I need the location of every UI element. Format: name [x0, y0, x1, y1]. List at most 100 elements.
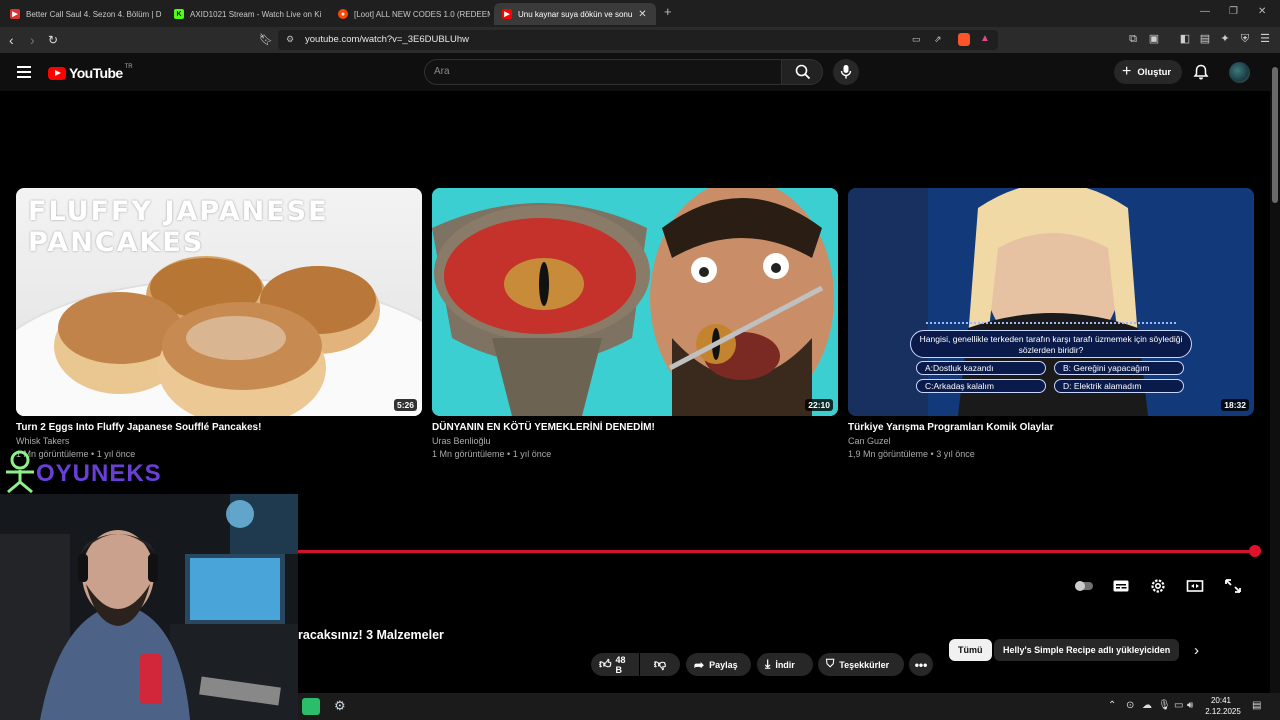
- tab-title: Better Call Saul 4. Sezon 4. Bölüm | D: [26, 9, 162, 19]
- browser-menu-icon[interactable]: ☰: [1259, 33, 1271, 45]
- create-button[interactable]: + Oluştur: [1114, 60, 1182, 84]
- browser-tab[interactable]: ● [Loot] ALL NEW CODES 1.0 (REDEEM: [330, 3, 490, 25]
- chip-all[interactable]: Tümü: [949, 639, 992, 661]
- tray-volume-icon[interactable]: 🔊︎: [1187, 700, 1193, 712]
- back-icon[interactable]: ‹: [9, 32, 14, 48]
- video-duration: 5:26: [393, 399, 417, 411]
- tab-title: [Loot] ALL NEW CODES 1.0 (REDEEM: [354, 9, 490, 19]
- oyuneks-logo: OYUNEKS: [0, 446, 170, 496]
- vpn-icon[interactable]: ⛨: [1239, 33, 1251, 45]
- tray-microphone-icon[interactable]: 🎙︎: [1158, 700, 1171, 712]
- bookmark-icon[interactable]: 🔖︎: [259, 32, 273, 48]
- cast-icon[interactable]: ▭: [912, 34, 921, 45]
- webcam-feed-image: [0, 494, 298, 720]
- maximize-icon[interactable]: ❐: [1229, 6, 1238, 17]
- rewards-icon[interactable]: ▲: [980, 33, 990, 44]
- address-bar[interactable]: ⚙︎ youtube.com/watch?v=_3E6DUBLUhw ▭ ⇗ ▲: [278, 30, 998, 50]
- fullscreen-icon[interactable]: [1224, 578, 1242, 594]
- video-thumbnail[interactable]: Hangisi, genellikle terkeden tarafın kar…: [848, 188, 1254, 416]
- video-card[interactable]: Hangisi, genellikle terkeden tarafın kar…: [848, 188, 1254, 459]
- thumbnail-text: FLUFFY JAPANESE PANCAKES: [28, 196, 329, 258]
- like-button[interactable]: 👍︎ 48 B: [591, 653, 639, 676]
- browser-tab[interactable]: ▶ Better Call Saul 4. Sezon 4. Bölüm | D: [2, 3, 162, 25]
- tray-network-icon[interactable]: ▭: [1174, 700, 1183, 712]
- chip-next-chevron-icon[interactable]: ›: [1194, 642, 1199, 659]
- notifications-bell-icon[interactable]: [1193, 64, 1209, 80]
- scrollbar-thumb[interactable]: [1272, 67, 1278, 203]
- video-thumbnail[interactable]: FLUFFY JAPANESE PANCAKES 5:26: [16, 188, 422, 416]
- voice-search-button[interactable]: [833, 59, 859, 85]
- theater-mode-icon[interactable]: [1186, 578, 1204, 594]
- autoplay-toggle-icon[interactable]: [1074, 578, 1094, 594]
- video-card[interactable]: FLUFFY JAPANESE PANCAKES 5:26 Turn 2 Egg…: [16, 188, 422, 459]
- video-card[interactable]: 22:10 DÜNYANIN EN KÖTÜ YEMEKLERİNİ DENED…: [432, 188, 838, 459]
- minimize-icon[interactable]: —: [1200, 6, 1210, 17]
- new-tab-icon[interactable]: +: [664, 4, 672, 19]
- extensions-icon[interactable]: ⧉: [1127, 33, 1139, 45]
- youtube-logo[interactable]: YouTube TR: [48, 64, 133, 81]
- logo-text: YouTube: [69, 65, 123, 81]
- close-tab-icon[interactable]: ✕: [638, 9, 646, 20]
- page-scrollbar[interactable]: [1270, 53, 1280, 693]
- video-progress-bar[interactable]: [298, 550, 1256, 553]
- video-title[interactable]: DÜNYANIN EN KÖTÜ YEMEKLERİNİ DENEDİM!: [432, 422, 838, 433]
- video-title[interactable]: Turn 2 Eggs Into Fluffy Japanese Soufflé…: [16, 422, 422, 433]
- settings-gear-icon[interactable]: [1149, 578, 1167, 594]
- money-ladder-dots: [926, 322, 1176, 324]
- steam-icon[interactable]: ⚙︎: [334, 698, 346, 714]
- tray-app-icon[interactable]: ⊙: [1126, 700, 1134, 712]
- share-arrow-icon: ➦: [694, 657, 705, 672]
- clock-time[interactable]: 20:41: [1206, 696, 1236, 705]
- browser-tab-active[interactable]: ▶ Unu kaynar suya dökün ve sonu ✕: [494, 3, 656, 25]
- brave-shields-icon[interactable]: [958, 33, 970, 46]
- download-button[interactable]: ⤓ İndir: [757, 653, 813, 676]
- forward-icon[interactable]: ›: [30, 32, 35, 48]
- thumbs-down-icon: 👎︎: [653, 657, 667, 671]
- share-icon[interactable]: ⇗: [934, 34, 942, 45]
- reddit-icon: ●: [338, 9, 348, 19]
- quiz-answer-c: C:Arkadaş kalalım: [916, 379, 1046, 393]
- channel-name[interactable]: Whisk Takers: [16, 436, 422, 446]
- search-button[interactable]: [781, 59, 823, 85]
- channel-name[interactable]: Uras Benlioğlu: [432, 436, 838, 446]
- microphone-icon: [840, 65, 852, 79]
- video-title[interactable]: Türkiye Yarışma Programları Komik Olayla…: [848, 422, 1254, 433]
- account-avatar[interactable]: [1229, 62, 1250, 83]
- close-window-icon[interactable]: ✕: [1258, 6, 1266, 17]
- site-settings-icon[interactable]: ⚙︎: [286, 34, 294, 45]
- more-horizontal-icon: •••: [914, 657, 928, 672]
- browser-tab[interactable]: K AXID1021 Stream - Watch Live on Ki: [166, 3, 326, 25]
- leo-ai-icon[interactable]: ✦: [1219, 33, 1231, 45]
- streamer-webcam: [0, 494, 298, 720]
- chip-uploader[interactable]: Helly's Simple Recipe adlı yükleyiciden: [994, 639, 1180, 661]
- hamburger-menu-icon[interactable]: [17, 66, 31, 81]
- video-thumbnail[interactable]: 22:10: [432, 188, 838, 416]
- dislike-button[interactable]: 👎︎: [640, 653, 680, 676]
- share-button[interactable]: ➦ Paylaş: [686, 653, 751, 676]
- more-actions-button[interactable]: •••: [909, 653, 933, 676]
- oyuneks-mascot-icon: [6, 450, 34, 494]
- play-icon: ▶: [10, 9, 20, 19]
- share-label: Paylaş: [709, 659, 738, 670]
- progress-scrubber[interactable]: [1249, 545, 1261, 557]
- tray-chevron-icon[interactable]: ⌃: [1108, 700, 1116, 712]
- tab-title: AXID1021 Stream - Watch Live on Ki: [190, 9, 322, 19]
- soup-face-graphic: [432, 188, 838, 416]
- video-meta: 1,9 Mn görüntüleme • 3 yıl önce: [848, 449, 975, 459]
- reading-list-icon[interactable]: ▤: [1199, 33, 1211, 45]
- channel-name[interactable]: Can Guzel: [848, 436, 1254, 446]
- os-taskbar: ⚙︎ ⌃ ⊙ ☁︎ 🎙︎ ▭ 🔊︎ 20:41 2.12.2025 ▤: [298, 693, 1280, 720]
- sidebar-icon[interactable]: ◧: [1179, 33, 1191, 45]
- create-label: Oluştur: [1137, 66, 1172, 78]
- reload-icon[interactable]: ↻: [48, 32, 58, 48]
- wallet-icon[interactable]: ▣: [1148, 33, 1160, 45]
- thanks-label: Teşekkürler: [839, 659, 890, 670]
- search-input[interactable]: Ara: [424, 59, 782, 85]
- subtitles-icon[interactable]: [1112, 578, 1130, 594]
- tray-cloud-icon[interactable]: ☁︎: [1142, 700, 1152, 712]
- app-icon[interactable]: [302, 698, 320, 715]
- notifications-icon[interactable]: ▤: [1252, 700, 1261, 712]
- thanks-button[interactable]: ⛉ Teşekkürler: [818, 653, 904, 676]
- clock-date[interactable]: 2.12.2025: [1202, 707, 1244, 716]
- region-code: TR: [124, 64, 133, 70]
